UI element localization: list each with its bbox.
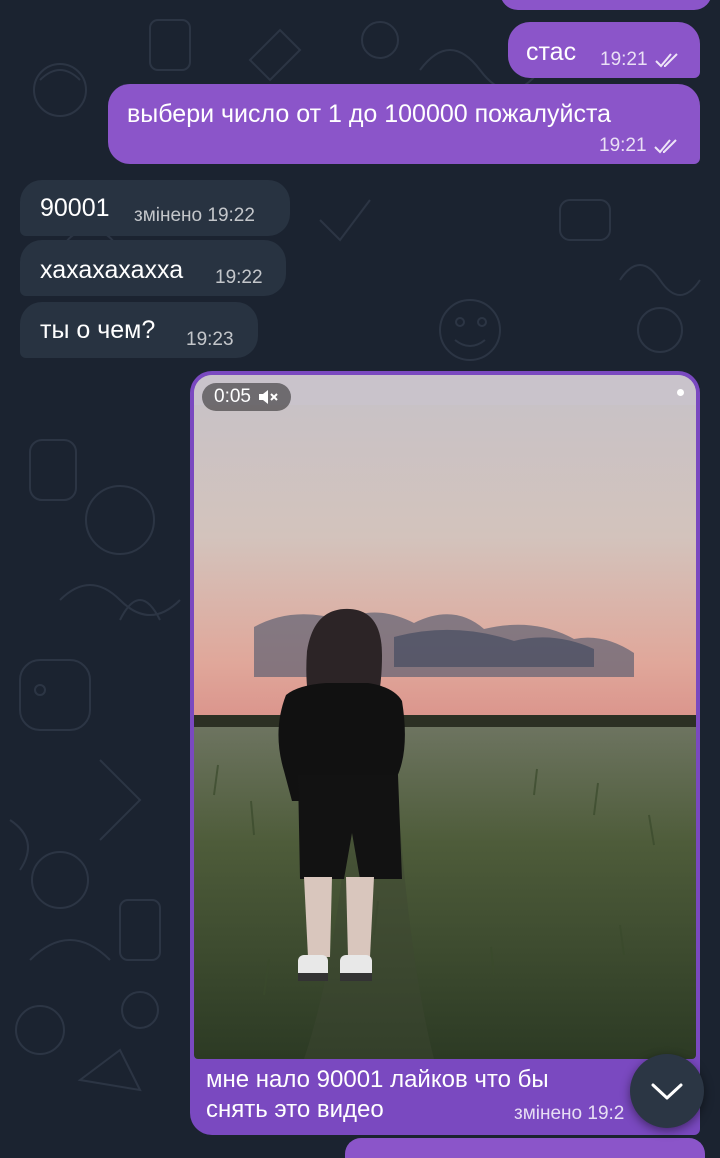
message-time: 19:21 bbox=[599, 135, 647, 156]
previous-outgoing-bubble bbox=[500, 0, 712, 10]
message-time: 19:21 bbox=[600, 49, 648, 70]
incoming-message[interactable]: 90001 змінено 19:22 bbox=[20, 180, 290, 236]
message-text: выбери число от 1 до 100000 пожалуйста bbox=[127, 100, 612, 128]
speaker-muted-icon bbox=[258, 390, 278, 404]
scroll-down-button[interactable] bbox=[630, 1054, 704, 1128]
double-check-icon bbox=[654, 53, 678, 68]
message-meta: 19:21 bbox=[600, 49, 682, 71]
video-duration: 0:05 bbox=[214, 386, 251, 407]
video-frame bbox=[194, 375, 696, 1059]
outgoing-message[interactable]: стас 19:21 bbox=[508, 22, 700, 78]
message-time: 19:23 bbox=[186, 329, 234, 350]
message-text: хахахахахха bbox=[40, 256, 184, 284]
next-outgoing-bubble bbox=[345, 1138, 705, 1158]
chevron-down-icon bbox=[651, 1083, 683, 1100]
incoming-message[interactable]: ты о чем? 19:23 bbox=[20, 302, 258, 358]
status-dot bbox=[677, 389, 684, 396]
video-caption: мне нало 90001 лайков что бы снять это в… bbox=[206, 1066, 549, 1123]
double-check-icon bbox=[653, 139, 677, 154]
message-meta: 19:21 bbox=[599, 135, 681, 157]
message-edited-time: змінено 19:22 bbox=[134, 205, 255, 226]
video-duration-badge[interactable]: 0:05 bbox=[202, 383, 291, 411]
message-time: 19:22 bbox=[215, 267, 263, 288]
video-edited-time: змінено 19:2 bbox=[514, 1103, 625, 1124]
incoming-message[interactable]: хахахахахха 19:22 bbox=[20, 240, 286, 296]
video-message[interactable]: 0:05 мне нало 90001 лайков что бы снять … bbox=[190, 371, 700, 1135]
message-text: ты о чем? bbox=[40, 316, 156, 344]
video-player[interactable]: 0:05 bbox=[194, 375, 696, 1059]
message-text: стас bbox=[526, 38, 577, 66]
outgoing-message[interactable]: выбери число от 1 до 100000 пожалуйста 1… bbox=[108, 84, 700, 164]
message-text: 90001 bbox=[40, 194, 110, 222]
